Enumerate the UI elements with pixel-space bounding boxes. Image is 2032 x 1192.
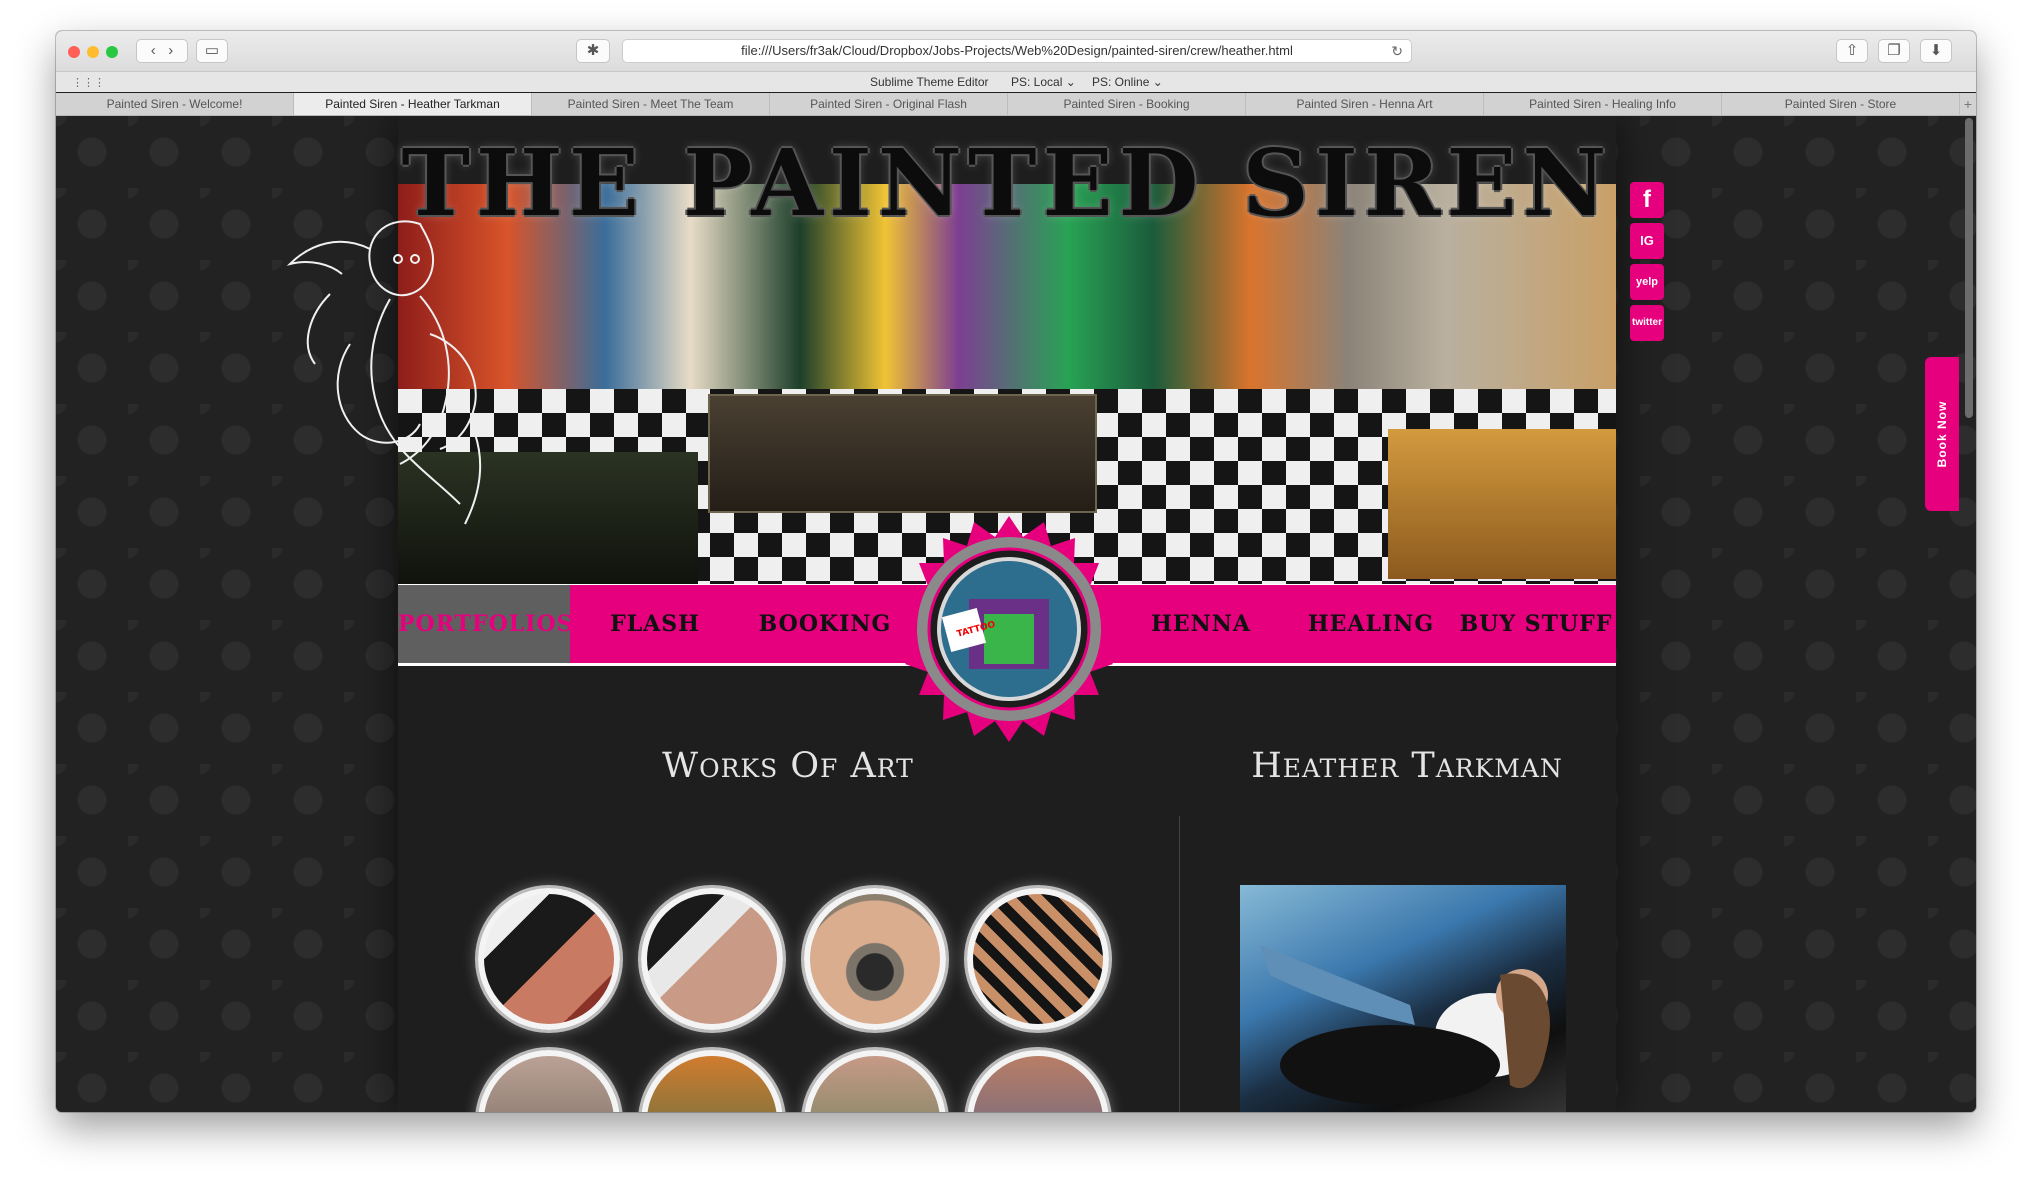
tattoo-thumbnail[interactable]	[641, 888, 783, 1030]
favorite-ps-online[interactable]: PS: Online ⌄	[1092, 75, 1163, 89]
tab-healing-info[interactable]: Painted Siren - Healing Info	[1484, 93, 1722, 115]
tab-overview-icon: ❐	[1887, 42, 1901, 59]
browser-toolbar: ‹ › ▭ ✱ file:///Users/fr3ak/Cloud/Dropbo…	[56, 31, 1976, 72]
tattoo-thumbnail[interactable]	[478, 1050, 620, 1112]
tattoo-thumbnail[interactable]	[641, 1050, 783, 1112]
favorite-ps-local[interactable]: PS: Local ⌄	[1011, 75, 1076, 89]
works-of-art-section: Works Of Art	[398, 746, 1178, 786]
sidebar-icon: ▭	[204, 42, 220, 59]
artist-section: Heather Tarkman	[1198, 746, 1616, 786]
reload-icon[interactable]: ↻	[1391, 40, 1403, 62]
tab-booking[interactable]: Painted Siren - Booking	[1008, 93, 1246, 115]
web-page: THE PAINTED SIREN f IG yelp twitter PORT…	[56, 116, 1976, 1112]
column-divider	[1179, 816, 1180, 1112]
tab-heather-tarkman[interactable]: Painted Siren - Heather Tarkman	[294, 93, 532, 115]
nav-portfolios[interactable]: PORTFOLIOS	[398, 585, 573, 663]
works-of-art-heading: Works Of Art	[662, 746, 914, 786]
tab-store[interactable]: Painted Siren - Store	[1722, 93, 1960, 115]
tattoo-thumbnail[interactable]	[804, 1050, 946, 1112]
tattoo-thumbnail[interactable]	[478, 888, 620, 1030]
yelp-icon[interactable]: yelp	[1630, 264, 1664, 300]
download-icon: ⬇	[1929, 42, 1943, 59]
artist-name-heading: Heather Tarkman	[1251, 746, 1563, 786]
nav-henna[interactable]: HENNA	[1116, 585, 1286, 663]
close-window-button[interactable]	[68, 46, 80, 58]
new-tab-button[interactable]: +	[1960, 93, 1976, 115]
tab-henna-art[interactable]: Painted Siren - Henna Art	[1246, 93, 1484, 115]
nav-healing[interactable]: HEALING	[1286, 585, 1456, 663]
instagram-icon[interactable]: IG	[1630, 223, 1664, 259]
puzzle-icon: ✱	[586, 42, 600, 59]
nav-flash[interactable]: FLASH	[570, 585, 740, 663]
display-counter	[708, 394, 1097, 513]
address-bar[interactable]: file:///Users/fr3ak/Cloud/Dropbox/Jobs-P…	[622, 39, 1412, 63]
back-icon[interactable]: ‹	[151, 42, 156, 59]
nav-buy-stuff[interactable]: BUY STUFF	[1456, 585, 1616, 663]
tattoo-thumbnail[interactable]	[804, 888, 946, 1030]
tab-welcome[interactable]: Painted Siren - Welcome!	[56, 93, 294, 115]
site-container: THE PAINTED SIREN f IG yelp twitter PORT…	[286, 116, 1664, 1112]
facebook-icon[interactable]: f	[1630, 182, 1664, 218]
tattoo-thumbnail[interactable]	[967, 888, 1109, 1030]
scrollbar[interactable]	[1965, 118, 1973, 418]
downloads-button[interactable]: ⬇	[1920, 39, 1952, 63]
artist-photo	[1240, 885, 1566, 1112]
url-text: file:///Users/fr3ak/Cloud/Dropbox/Jobs-P…	[741, 43, 1293, 58]
tab-meet-the-team[interactable]: Painted Siren - Meet The Team	[532, 93, 770, 115]
share-icon: ⇧	[1845, 42, 1859, 59]
favorite-sublime-theme-editor[interactable]: Sublime Theme Editor	[870, 75, 989, 89]
tattoo-thumbnail[interactable]	[967, 1050, 1109, 1112]
site-title: THE PAINTED SIREN	[401, 129, 1613, 237]
shop-badge-logo[interactable]: TATTOO	[884, 504, 1134, 754]
tab-bar: Painted Siren - Welcome! Painted Siren -…	[56, 93, 1976, 116]
wooden-desk	[1388, 429, 1616, 579]
book-now-label: Book Now	[1935, 400, 1949, 468]
favorites-bar: ⋮⋮⋮ Sublime Theme Editor PS: Local ⌄ PS:…	[56, 72, 1976, 92]
grid-icon[interactable]: ⋮⋮⋮	[72, 76, 105, 89]
forward-icon[interactable]: ›	[168, 42, 173, 59]
back-forward-buttons[interactable]: ‹ ›	[136, 39, 188, 63]
browser-window: ‹ › ▭ ✱ file:///Users/fr3ak/Cloud/Dropbo…	[56, 31, 1976, 1112]
social-links: f IG yelp twitter	[1630, 182, 1664, 346]
twitter-icon[interactable]: twitter	[1630, 305, 1664, 341]
artist-photo-figure	[1260, 945, 1550, 1105]
window-controls	[68, 45, 125, 63]
tab-original-flash[interactable]: Painted Siren - Original Flash	[770, 93, 1008, 115]
siren-line-art	[286, 220, 482, 525]
extension-button[interactable]: ✱	[576, 39, 610, 63]
tab-overview-button[interactable]: ❐	[1878, 39, 1910, 63]
minimize-window-button[interactable]	[87, 46, 99, 58]
share-button[interactable]: ⇧	[1836, 39, 1868, 63]
sidebar-button[interactable]: ▭	[196, 39, 228, 63]
book-now-tab[interactable]: Book Now	[1925, 357, 1959, 511]
zoom-window-button[interactable]	[106, 46, 118, 58]
